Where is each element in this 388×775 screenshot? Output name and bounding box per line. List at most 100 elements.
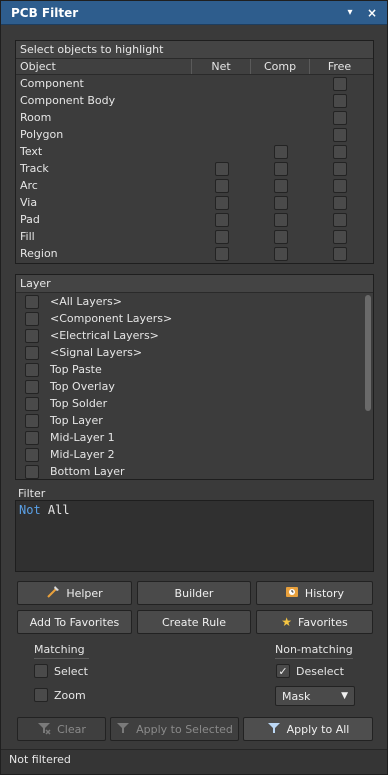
object-cell-comp [251, 246, 310, 261]
filter-funnel-icon [267, 721, 281, 738]
object-comp-checkbox[interactable] [273, 229, 288, 244]
layer-item-label: Top Layer [50, 414, 103, 427]
object-row: Track [16, 160, 373, 177]
status-text: Not filtered [9, 753, 71, 766]
layer-checkbox[interactable] [25, 396, 39, 411]
non-matching-mode-select[interactable]: Mask ▼ [275, 686, 355, 706]
object-free-checkbox[interactable] [332, 195, 347, 210]
object-free-checkbox[interactable] [332, 144, 347, 159]
column-net[interactable]: Net [192, 59, 251, 74]
layer-item[interactable]: <Electrical Layers> [16, 327, 373, 344]
filter-keyword: Not [19, 503, 41, 517]
zoom-option[interactable]: Zoom [34, 688, 86, 702]
object-free-checkbox[interactable] [332, 110, 347, 125]
helper-button[interactable]: Helper [17, 581, 132, 605]
layer-item[interactable]: Top Paste [16, 361, 373, 378]
layer-item[interactable]: Mid-Layer 2 [16, 446, 373, 463]
zoom-checkbox[interactable] [34, 688, 48, 702]
object-row-label: Component Body [20, 94, 116, 107]
non-matching-divider [275, 658, 353, 659]
object-free-checkbox[interactable] [332, 93, 347, 108]
object-cell-comp [251, 161, 310, 176]
layer-item-label: <Electrical Layers> [50, 329, 159, 342]
object-free-checkbox[interactable] [332, 229, 347, 244]
object-net-checkbox[interactable] [214, 161, 229, 176]
object-comp-checkbox[interactable] [273, 161, 288, 176]
filter-query-editor[interactable]: Not All [15, 500, 374, 572]
title-bar: PCB Filter ▾ × [1, 1, 387, 25]
add-to-favorites-button[interactable]: Add To Favorites [17, 610, 132, 634]
close-icon[interactable]: × [363, 6, 381, 20]
layer-checkbox[interactable] [25, 345, 39, 360]
layer-checkbox[interactable] [25, 294, 39, 309]
layer-checkbox[interactable] [25, 311, 39, 326]
object-free-checkbox[interactable] [332, 178, 347, 193]
object-row-label: Text [20, 145, 43, 158]
pin-menu-icon[interactable]: ▾ [341, 7, 359, 18]
object-row: Fill [16, 228, 373, 245]
favorites-button[interactable]: ★ Favorites [256, 610, 373, 634]
pcb-filter-panel: PCB Filter ▾ × Select objects to highlig… [0, 0, 388, 775]
layer-checkbox[interactable] [25, 362, 39, 377]
select-checkbox[interactable] [34, 664, 48, 678]
layer-checkbox[interactable] [25, 464, 39, 479]
objects-section-header: Select objects to highlight [16, 41, 373, 59]
layer-checkbox[interactable] [25, 379, 39, 394]
layer-checkbox[interactable] [25, 447, 39, 462]
layer-checkbox[interactable] [25, 328, 39, 343]
layer-checkbox[interactable] [25, 430, 39, 445]
layer-scrollbar-thumb[interactable] [365, 295, 371, 411]
apply-to-all-button[interactable]: Apply to All [243, 717, 373, 741]
select-option[interactable]: Select [34, 664, 88, 678]
object-comp-checkbox[interactable] [273, 212, 288, 227]
object-comp-checkbox[interactable] [273, 178, 288, 193]
filter-text: All [40, 503, 70, 517]
apply-to-selected-button[interactable]: Apply to Selected [110, 717, 239, 741]
object-row: Room [16, 109, 373, 126]
layer-item-label: <Signal Layers> [50, 346, 143, 359]
deselect-checkbox[interactable]: ✓ [276, 664, 290, 678]
history-button-label: History [304, 586, 345, 600]
object-comp-checkbox[interactable] [273, 144, 288, 159]
object-net-checkbox[interactable] [214, 178, 229, 193]
object-cell-net [192, 246, 251, 261]
layer-scrollbar[interactable] [365, 295, 371, 455]
object-comp-checkbox[interactable] [273, 195, 288, 210]
column-comp[interactable]: Comp [251, 59, 310, 74]
layer-item[interactable]: Bottom Layer [16, 463, 373, 480]
object-row: Via [16, 194, 373, 211]
object-cell-free [310, 93, 369, 108]
layer-item[interactable]: Top Solder [16, 395, 373, 412]
objects-column-header: Object Net Comp Free [16, 59, 373, 75]
object-comp-checkbox[interactable] [273, 246, 288, 261]
object-net-checkbox[interactable] [214, 246, 229, 261]
deselect-option[interactable]: ✓ Deselect [276, 664, 344, 678]
layer-item[interactable]: Mid-Layer 1 [16, 429, 373, 446]
history-button[interactable]: History [256, 581, 373, 605]
apply-to-all-button-label: Apply to All [286, 722, 350, 736]
object-free-checkbox[interactable] [332, 212, 347, 227]
object-free-checkbox[interactable] [332, 127, 347, 142]
layer-item[interactable]: Top Layer [16, 412, 373, 429]
column-object[interactable]: Object [16, 59, 192, 74]
create-rule-button[interactable]: Create Rule [137, 610, 251, 634]
layer-item[interactable]: Top Overlay [16, 378, 373, 395]
star-icon: ★ [281, 615, 293, 629]
object-free-checkbox[interactable] [332, 246, 347, 261]
object-net-checkbox[interactable] [214, 195, 229, 210]
object-net-checkbox[interactable] [214, 229, 229, 244]
layer-item[interactable]: <Signal Layers> [16, 344, 373, 361]
layer-item[interactable]: <Component Layers> [16, 310, 373, 327]
object-net-checkbox[interactable] [214, 212, 229, 227]
object-free-checkbox[interactable] [332, 76, 347, 91]
layer-rows: <All Layers> <Component Layers> <Electrica… [16, 293, 373, 480]
builder-button[interactable]: Builder [137, 581, 251, 605]
layer-item-label: Mid-Layer 1 [50, 431, 115, 444]
clear-button[interactable]: Clear [17, 717, 106, 741]
layer-box: Layer <All Layers> <Component Layers> <Ele… [15, 274, 374, 480]
layer-item[interactable]: <All Layers> [16, 293, 373, 310]
column-free[interactable]: Free [310, 59, 369, 74]
layer-checkbox[interactable] [25, 413, 39, 428]
object-row-label: Polygon [20, 128, 64, 141]
object-free-checkbox[interactable] [332, 161, 347, 176]
